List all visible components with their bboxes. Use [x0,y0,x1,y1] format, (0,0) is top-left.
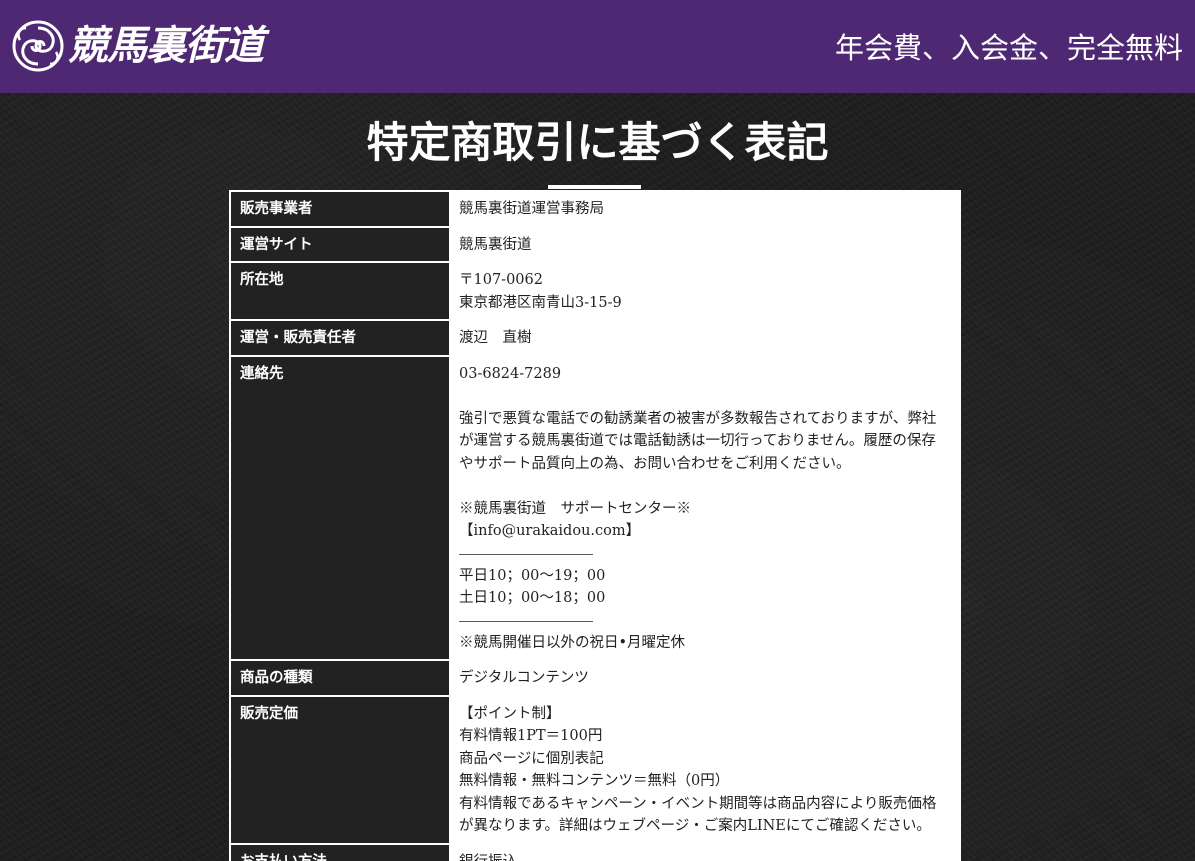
swirl-emblem-icon [12,20,64,72]
divider [459,620,593,622]
price-line: が異なります。詳細はウェブページ・ご案内LINEにてご確認ください。 [459,818,931,834]
street-address: 東京都港区南青山3-15-9 [459,294,622,311]
commerce-info-table: 販売事業者 競馬裏街道運営事務局 運営サイト 競馬裏街道 所在地 〒107-00… [229,190,961,861]
row-value-product-type: デジタルコンテンツ [449,659,961,697]
row-value-contact: 03-6824-7289 強引で悪質な電話での勧誘業者の被害が多数報告されており… [449,354,961,661]
table-row: 販売定価 【ポイント制】 有料情報1PT＝100円 商品ページに個別表記 無料情… [229,694,961,845]
header-tagline: 年会費、入会金、完全無料 [834,31,1183,65]
row-label-product-type: 商品の種類 [229,659,451,697]
page-title: 特定商取引に基づく表記 [366,118,829,167]
support-email[interactable]: 【info@urakaidou.com】 [459,520,953,543]
price-line: 【ポイント制】 [459,705,561,722]
table-row: 連絡先 03-6824-7289 強引で悪質な電話での勧誘業者の被害が多数報告さ… [229,354,961,661]
row-label-manager: 運営・販売責任者 [229,319,451,357]
table-row: 販売事業者 競馬裏街道運営事務局 [229,190,961,228]
row-value-site: 競馬裏街道 [449,225,961,263]
postal-code: 〒107-0062 [459,272,543,288]
row-label-site: 運営サイト [229,225,451,263]
value-line: 渡辺 直樹 [459,330,532,346]
table-row: 所在地 〒107-0062 東京都港区南青山3-15-9 [229,261,961,321]
support-center-label: ※競馬裏街道 サポートセンター※ [459,500,691,517]
row-label-payment: お支払い方法 [229,842,451,861]
row-label-contact: 連絡先 [229,354,451,661]
row-value-seller: 競馬裏街道運営事務局 [449,190,961,228]
row-value-manager: 渡辺 直樹 [449,319,961,357]
title-underline [548,185,641,189]
logo-text: 競馬裏街道 [68,22,264,69]
row-value-price: 【ポイント制】 有料情報1PT＝100円 商品ページに個別表記 無料情報・無料コ… [449,694,961,845]
notice-line: が運営する競馬裏街道では電話勧誘は一切行っておりません。履歴の保存 [459,433,936,449]
table-row: 商品の種類 デジタルコンテンツ [229,659,961,697]
row-label-price: 販売定価 [229,694,451,845]
price-line: 有料情報1PT＝100円 [459,728,603,744]
weekday-hours: 平日10；00～19；00 [459,567,606,584]
price-line: 無料情報・無料コンテンツ＝無料（0円） [459,773,730,789]
notice-line: 強引で悪質な電話での勧誘業者の被害が多数報告されておりますが、弊社 [459,410,937,427]
row-value-payment: 銀行振込 [449,842,961,861]
table-row: お支払い方法 銀行振込 [229,842,961,861]
value-line: デジタルコンテンツ [459,670,589,686]
row-value-address: 〒107-0062 東京都港区南青山3-15-9 [449,261,961,321]
closed-days: ※競馬開催日以外の祝日•月曜定休 [459,634,686,651]
divider [459,553,593,555]
table-row: 運営・販売責任者 渡辺 直樹 [229,319,961,357]
weekend-hours: 土日10；00～18；00 [459,590,606,606]
value-line: 競馬裏街道運営事務局 [459,201,604,217]
site-header: 競馬裏街道 年会費、入会金、完全無料 [0,0,1195,93]
notice-line: やサポート品質向上の為、お問い合わせをご利用ください。 [459,455,851,472]
phone-number[interactable]: 03-6824-7289 [459,363,953,386]
row-label-address: 所在地 [229,261,451,321]
row-label-seller: 販売事業者 [229,190,451,228]
value-line: 競馬裏街道 [459,236,532,253]
price-line: 有料情報であるキャンペーン・イベント期間等は商品内容により販売価格 [459,795,937,812]
table-row: 運営サイト 競馬裏街道 [229,225,961,263]
site-logo[interactable]: 競馬裏街道 [12,16,264,76]
value-line: 銀行振込 [459,851,953,861]
price-line: 商品ページに個別表記 [459,750,604,767]
